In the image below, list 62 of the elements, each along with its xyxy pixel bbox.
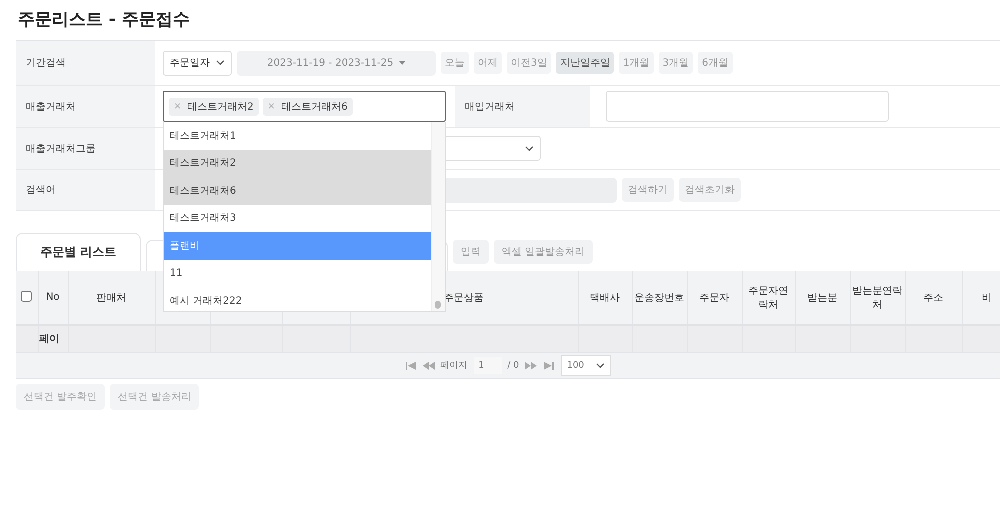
bulk-action-button[interactable]: 선택건 발송처리 xyxy=(110,384,200,410)
action-button[interactable]: 엑셀 일괄발송처리 xyxy=(494,240,594,264)
dropdown-option[interactable]: 테스트거래처1 xyxy=(164,122,431,150)
dropdown-option[interactable]: 테스트거래처3 xyxy=(164,204,431,232)
last-page-icon[interactable] xyxy=(543,362,556,370)
page-title: 주문리스트 - 주문접수 xyxy=(18,9,191,32)
caret-down-icon xyxy=(398,61,406,65)
column-header: 택배사 xyxy=(590,292,620,304)
page-size-select[interactable]: 100 xyxy=(561,355,612,376)
column-header: 주문자연락처 xyxy=(748,286,788,310)
column-header: 주소 xyxy=(924,292,944,304)
tab[interactable]: 주문별 리스트 xyxy=(16,233,141,271)
chevron-down-icon xyxy=(216,60,225,66)
column-header: 받는분연락처 xyxy=(852,286,902,310)
tag-label: 테스트거래처6 xyxy=(281,100,348,114)
remove-tag-button[interactable]: × xyxy=(174,102,182,112)
remove-tag-button[interactable]: × xyxy=(268,102,276,112)
previous-page-icon[interactable] xyxy=(422,362,435,370)
search-action-button[interactable]: 검색초기화 xyxy=(679,178,741,202)
field-label: 기간검색 xyxy=(16,41,155,85)
scrollbar[interactable] xyxy=(431,122,445,311)
multi-select-field[interactable]: × 테스트거래처2 × 테스트거래처6 xyxy=(163,91,446,122)
period-preset-button[interactable]: 이전3일 xyxy=(507,52,552,74)
column-header: 판매처 xyxy=(96,292,126,304)
search-action-button[interactable]: 검색하기 xyxy=(622,178,674,202)
page-number-field[interactable]: 1 xyxy=(474,357,502,374)
next-page-icon[interactable] xyxy=(525,362,538,370)
column-header: No xyxy=(46,292,60,303)
tag-label: 테스트거래처2 xyxy=(188,100,254,114)
field-label: 매입거래처 xyxy=(455,86,590,127)
column-header: 받는분 xyxy=(808,292,838,304)
table-cell: 페이 xyxy=(40,334,60,345)
period-preset-button[interactable]: 3개월 xyxy=(658,52,694,74)
period-preset-button[interactable]: 지난일주일 xyxy=(556,52,614,74)
first-page-icon[interactable] xyxy=(404,362,417,370)
period-preset-button[interactable]: 1개월 xyxy=(619,52,654,74)
dropdown-option[interactable]: 플랜비 xyxy=(164,232,431,260)
column-header: 주문자 xyxy=(700,292,730,304)
date-type-select[interactable]: 주문일자 xyxy=(163,50,232,76)
bulk-action-button[interactable]: 선택건 발주확인 xyxy=(16,384,106,410)
field-label: 매출거래처그룹 xyxy=(16,128,155,169)
dropdown-option[interactable]: 11 xyxy=(164,260,431,287)
field-label: 검색어 xyxy=(16,170,155,210)
page-total: / 0 xyxy=(508,360,520,370)
input-field[interactable] xyxy=(606,91,889,122)
dropdown-option[interactable]: 테스트거래처6 xyxy=(164,177,431,204)
select-value: 주문일자 xyxy=(170,57,210,70)
select-all-checkbox[interactable] xyxy=(21,290,32,302)
dropdown-option[interactable]: 테스트거래처2 xyxy=(164,150,431,177)
action-button[interactable]: 입력 xyxy=(453,240,489,264)
period-preset-button[interactable]: 오늘 xyxy=(441,52,469,74)
column-header: 주문상품 xyxy=(444,292,484,304)
date-range-field[interactable]: 2023-11-19 - 2023-11-25 xyxy=(237,50,436,76)
chevron-down-icon xyxy=(596,362,606,368)
field-label: 매출거래처 xyxy=(16,86,155,127)
chevron-down-icon xyxy=(525,146,534,152)
column-header: 운송장번호 xyxy=(634,292,684,304)
period-preset-button[interactable]: 어제 xyxy=(474,52,502,74)
page-label: 페이지 xyxy=(440,360,468,372)
column-header: 비 xyxy=(982,292,992,304)
period-preset-button[interactable]: 6개월 xyxy=(698,52,732,74)
dropdown-option[interactable]: 예시 거래처222 xyxy=(164,287,431,311)
